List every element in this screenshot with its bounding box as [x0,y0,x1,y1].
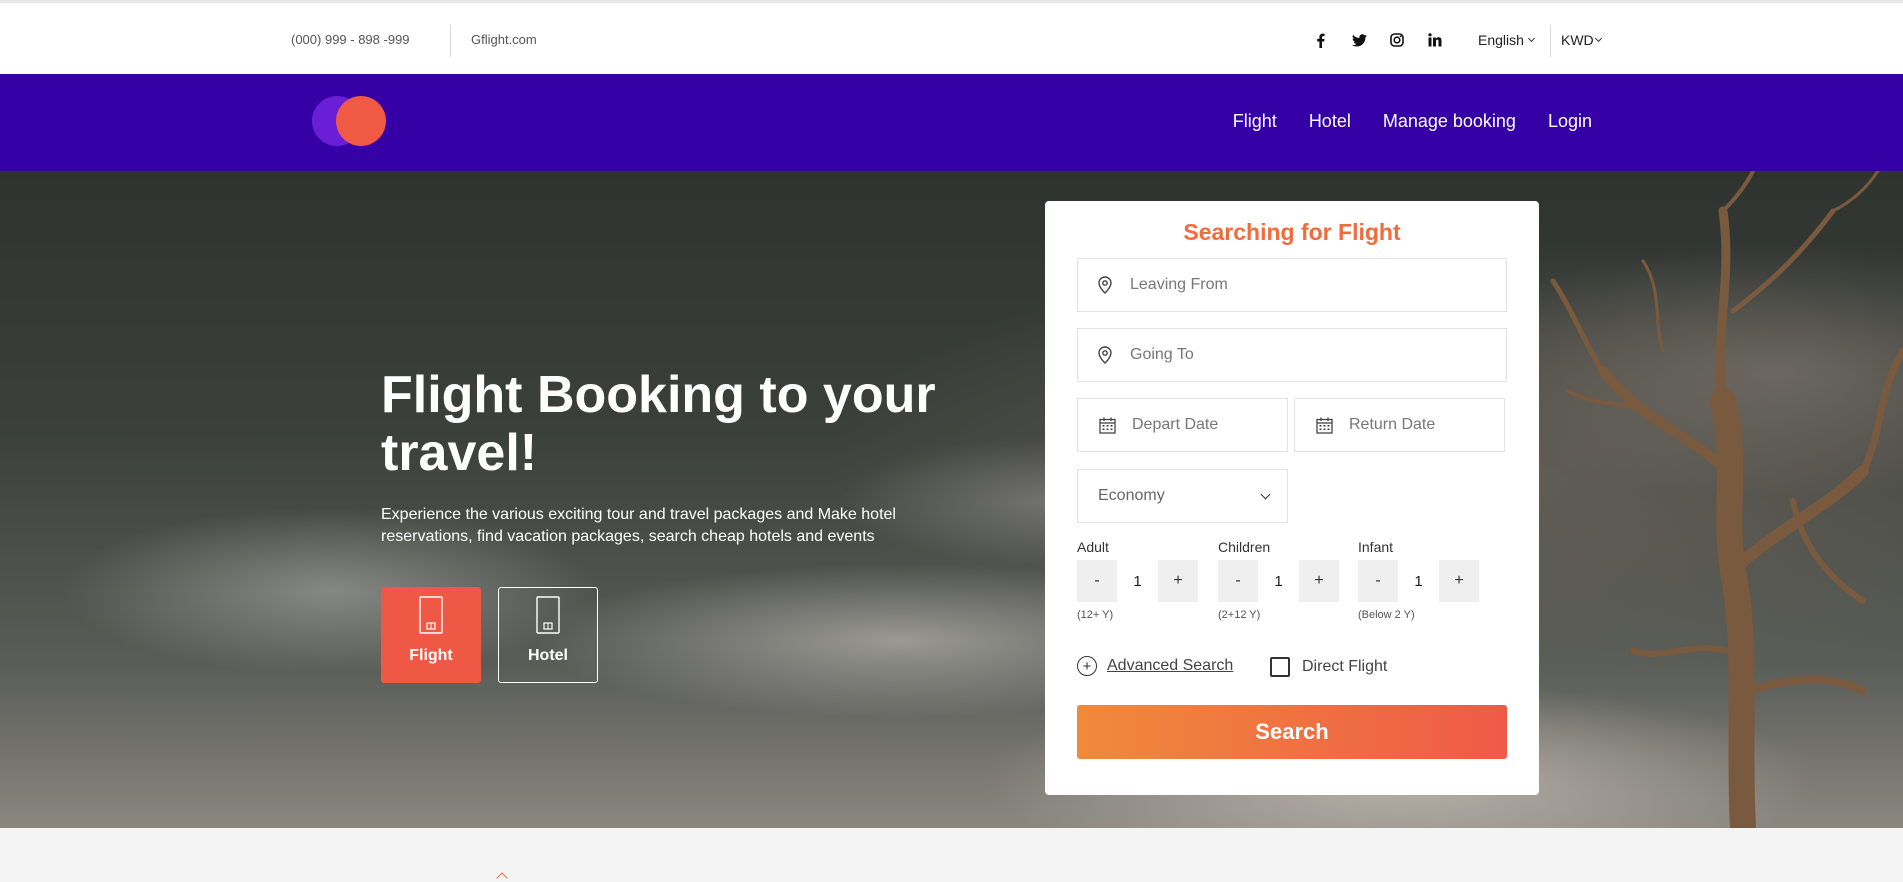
chevron-down-icon [1594,34,1602,43]
adult-stepper: - 1 + [1077,560,1198,602]
passenger-label: Adult [1077,539,1109,555]
children-passenger-group: Children - 1 + (2+12 Y) [1218,539,1339,621]
passenger-count: 1 [1274,572,1283,590]
passenger-age-hint: (12+ Y) [1077,609,1114,621]
cabin-class-value: Economy [1098,487,1165,504]
phone-icon [536,596,560,639]
main-navbar: Flight Hotel Manage booking Login [0,74,1903,171]
language-selector[interactable]: English [1478,32,1535,48]
next-section-strip [0,828,1903,882]
direct-flight-label: Direct Flight [1302,658,1388,675]
flight-search-panel: Searching for Flight Leaving From Going … [1045,201,1539,795]
infant-passenger-group: Infant - 1 + (Below 2 Y) [1358,539,1479,621]
hero-title: Flight Booking to your travel! [381,366,936,482]
linkedin-icon[interactable] [1426,31,1444,49]
currency-selector[interactable]: KWD [1561,32,1602,48]
phone-icon [419,596,443,639]
contact-website[interactable]: Gflight.com [471,32,537,47]
nav-item-flight[interactable]: Flight [1233,111,1277,132]
location-pin-icon [1096,346,1114,364]
tree-illustration [1550,171,1903,828]
facebook-icon[interactable] [1311,31,1329,49]
return-date-field[interactable]: Return Date [1294,398,1505,452]
going-to-placeholder: Going To [1130,346,1194,363]
calendar-icon [1098,416,1116,434]
hero-subtitle: Experience the various exciting tour and… [381,506,896,545]
infant-stepper: - 1 + [1358,560,1479,602]
leaving-from-placeholder: Leaving From [1130,276,1228,293]
service-tab-label: Hotel [528,647,568,664]
cabin-class-select[interactable]: Economy [1077,469,1288,523]
calendar-icon [1315,416,1333,434]
nav-item-hotel[interactable]: Hotel [1309,111,1351,132]
passenger-count: 1 [1414,572,1423,590]
service-tab-hotel[interactable]: Hotel [498,587,598,683]
decrement-button[interactable]: - [1077,560,1117,602]
direct-flight-checkbox[interactable]: Direct Flight [1270,657,1387,677]
children-stepper: - 1 + [1218,560,1339,602]
twitter-icon[interactable] [1350,31,1368,49]
service-tab-flight[interactable]: Flight [381,587,481,683]
location-pin-icon [1096,276,1114,294]
increment-button[interactable]: + [1158,560,1198,602]
passenger-count: 1 [1133,572,1142,590]
chevron-down-icon [1260,489,1271,500]
decrement-button[interactable]: - [1358,560,1398,602]
chevron-down-icon [1527,34,1535,43]
increment-button[interactable]: + [1299,560,1339,602]
service-tab-label: Flight [409,647,453,664]
going-to-field[interactable]: Going To [1077,328,1507,382]
increment-button[interactable]: + [1439,560,1479,602]
advanced-search-label: Advanced Search [1107,657,1234,674]
return-date-placeholder: Return Date [1349,416,1436,433]
language-label: English [1478,32,1524,48]
chevron-up-icon [496,872,508,882]
logo-circle-orange [336,96,386,146]
currency-label: KWD [1561,32,1594,48]
adult-passenger-group: Adult - 1 + (12+ Y) [1077,539,1198,621]
contact-phone: (000) 999 - 898 -999 [291,32,410,47]
instagram-icon[interactable] [1388,31,1406,49]
depart-date-placeholder: Depart Date [1132,416,1219,433]
hero-section: Flight Booking to your travel! Experienc… [0,171,1903,828]
divider [450,25,451,57]
plus-circle-icon: + [1077,656,1097,676]
search-button[interactable]: Search [1077,705,1507,759]
decrement-button[interactable]: - [1218,560,1258,602]
passenger-age-hint: (Below 2 Y) [1358,609,1415,621]
nav-item-login[interactable]: Login [1548,111,1592,132]
passenger-label: Children [1218,539,1271,555]
depart-date-field[interactable]: Depart Date [1077,398,1288,452]
leaving-from-field[interactable]: Leaving From [1077,258,1507,312]
checkbox-box[interactable] [1270,657,1290,677]
nav-item-manage-booking[interactable]: Manage booking [1383,111,1516,132]
passenger-label: Infant [1358,539,1394,555]
search-panel-title: Searching for Flight [1183,219,1401,245]
top-bar: (000) 999 - 898 -999 Gflight.com English… [0,0,1903,74]
advanced-search-link[interactable]: + Advanced Search [1077,656,1233,676]
divider [1550,25,1551,57]
site-logo[interactable] [312,96,388,146]
passenger-age-hint: (2+12 Y) [1218,609,1261,621]
nav-links: Flight Hotel Manage booking Login [1233,111,1592,132]
